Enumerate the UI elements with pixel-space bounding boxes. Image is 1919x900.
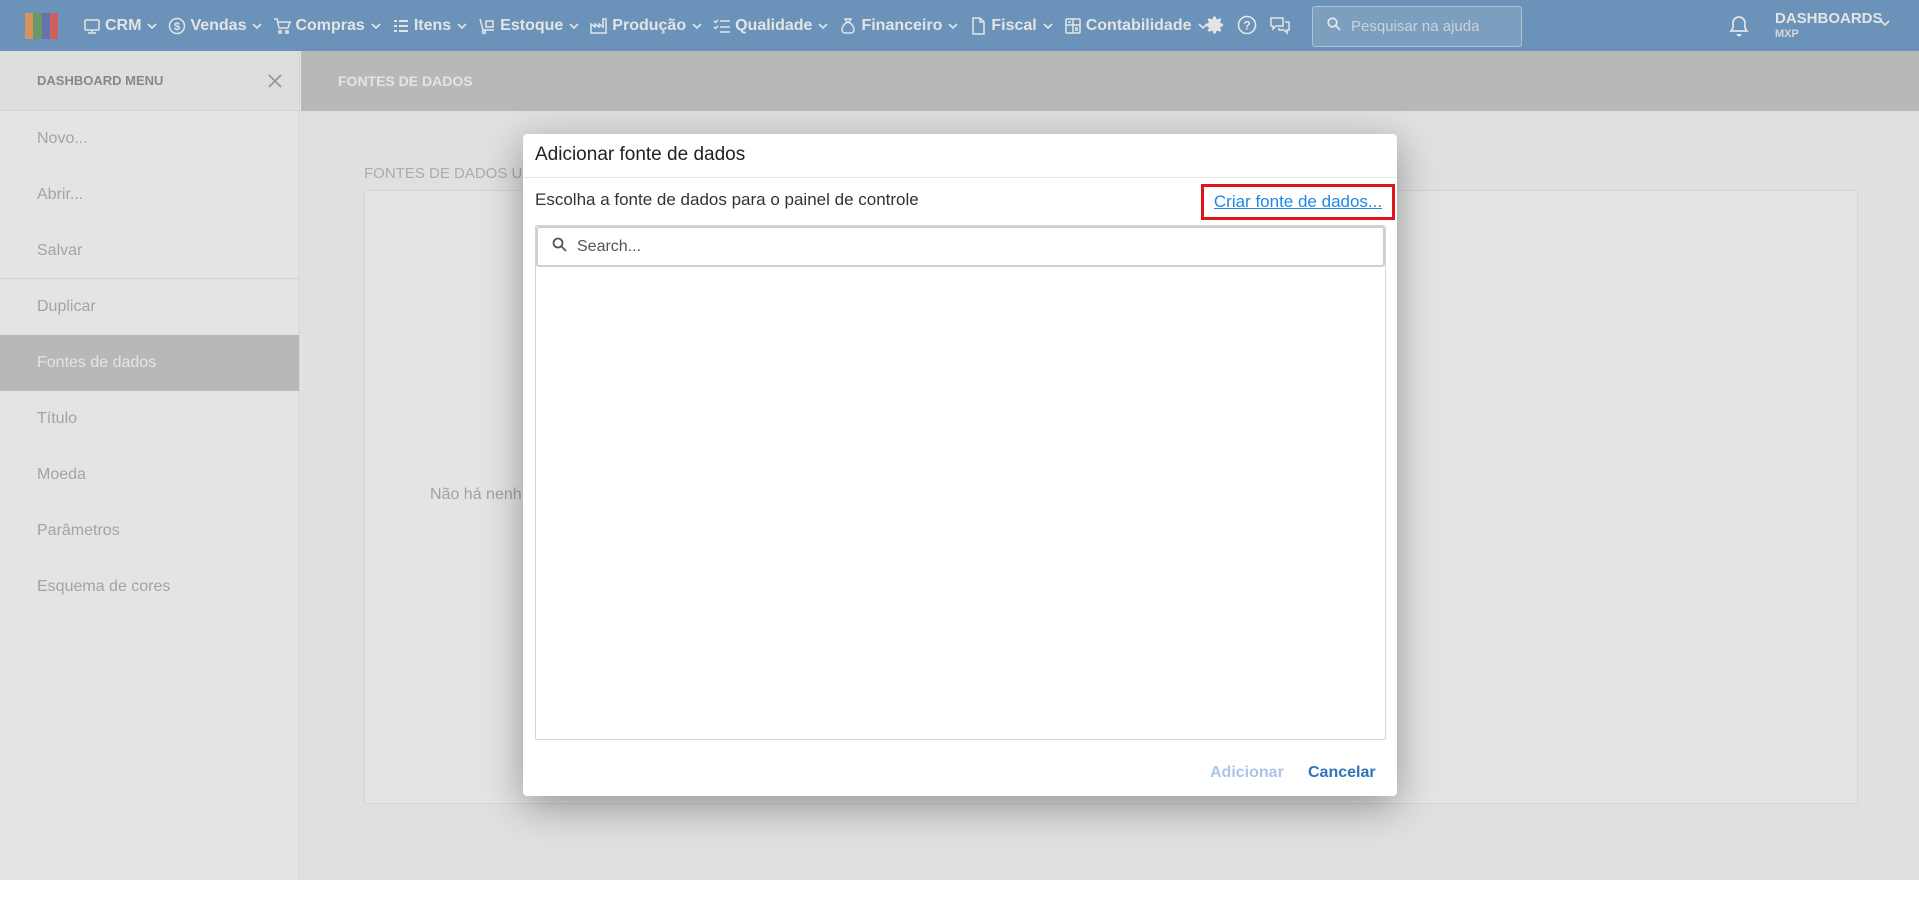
create-data-source-link[interactable]: Criar fonte de dados... xyxy=(1201,184,1395,220)
add-button[interactable]: Adicionar xyxy=(1210,764,1284,782)
add-data-source-dialog: Adicionar fonte de dados Escolha a fonte… xyxy=(523,134,1397,796)
dialog-subtitle: Escolha a fonte de dados para o painel d… xyxy=(535,190,919,209)
cancel-button[interactable]: Cancelar xyxy=(1308,764,1376,782)
divider xyxy=(523,177,1397,178)
data-source-search[interactable] xyxy=(536,226,1385,267)
search-input[interactable] xyxy=(577,237,1357,256)
dialog-title: Adicionar fonte de dados xyxy=(535,144,746,165)
search-icon xyxy=(552,237,567,257)
data-source-list xyxy=(535,225,1386,740)
